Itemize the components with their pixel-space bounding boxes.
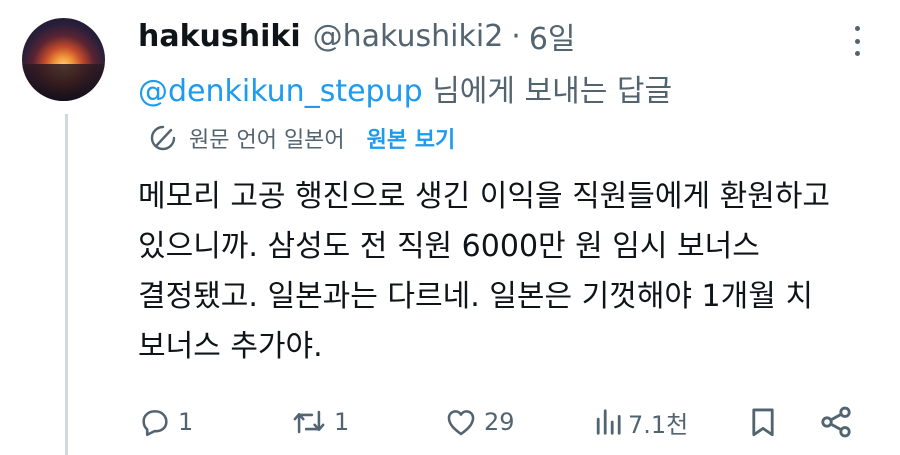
reply-count: 1 <box>178 408 194 436</box>
tweet-text: 메모리 고공 행진으로 생긴 이익을 직원들에게 환원하고 있으니까. 삼성도 … <box>138 179 831 364</box>
repost-icon <box>293 410 325 434</box>
tweet-header: hakushiki @hakushiki2 · 6일 <box>138 14 576 58</box>
user-handle[interactable]: @hakushiki2 <box>313 19 504 54</box>
bookmark-button[interactable] <box>746 400 780 444</box>
share-icon <box>821 406 851 438</box>
reply-icon <box>142 410 168 437</box>
repost-button[interactable]: 1 <box>290 400 349 444</box>
reply-context: @denkikun_stepup 님에게 보내는 답글 <box>138 66 672 110</box>
like-count: 29 <box>484 408 515 436</box>
display-name[interactable]: hakushiki <box>138 19 301 54</box>
separator: · <box>511 18 521 54</box>
bookmark-icon <box>752 408 774 437</box>
views-button[interactable]: 7.1천 <box>594 400 688 444</box>
show-original-link[interactable]: 원본 보기 <box>367 122 456 154</box>
views-count: 7.1천 <box>628 410 689 439</box>
timestamp[interactable]: 6일 <box>529 14 576 58</box>
thread-line <box>65 114 68 455</box>
translate-icon <box>150 125 176 151</box>
like-icon <box>447 410 475 436</box>
views-icon <box>596 409 621 435</box>
action-bar: 1 1 29 7.1천 <box>138 400 858 444</box>
avatar[interactable] <box>22 18 105 101</box>
more-icon[interactable] <box>850 26 864 56</box>
source-language-label: 원문 언어 일본어 <box>189 128 345 153</box>
reply-button[interactable]: 1 <box>138 400 193 444</box>
repost-count: 1 <box>334 408 350 436</box>
translation-notice: 원문 언어 일본어 원본 보기 <box>147 120 455 156</box>
like-button[interactable]: 29 <box>444 400 515 444</box>
share-button[interactable] <box>818 400 854 444</box>
reply-context-label: 님에게 보내는 답글 <box>432 74 673 109</box>
reply-mention-link[interactable]: @denkikun_stepup <box>138 74 423 109</box>
